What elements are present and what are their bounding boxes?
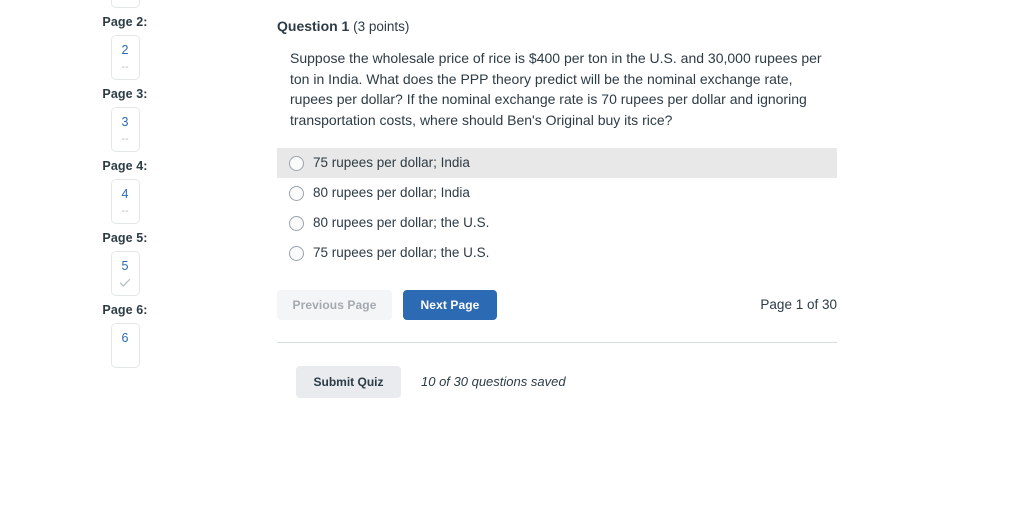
quiz-navigation-list: 1--Page 2: 2 -- Page 3: 3 -- Page 4: 4 -- Page 5:… xyxy=(0,0,250,368)
unanswered-dash-icon: -- xyxy=(121,61,128,73)
quiz-nav-page-label: Page 3: xyxy=(81,80,169,107)
quiz-nav-group: Page 5: 5 xyxy=(0,224,250,296)
answer-option-row[interactable]: 75 rupees per dollar; the U.S. xyxy=(277,238,837,268)
pager-row: Previous Page Next Page Page 1 of 30 xyxy=(277,290,837,320)
quiz-nav-question-number: 3 xyxy=(122,115,129,130)
answer-option-label: 80 rupees per dollar; the U.S. xyxy=(313,214,489,232)
quiz-nav-group: Page 2: 2 -- xyxy=(0,8,250,80)
check-icon xyxy=(119,277,131,289)
question-panel: Question 1 (3 points) Suppose the wholes… xyxy=(277,0,837,398)
section-divider xyxy=(277,342,837,343)
answer-radio-button[interactable] xyxy=(289,246,304,261)
quiz-nav-group: Page 6: 6 xyxy=(0,296,250,368)
quiz-nav-question-number: 5 xyxy=(122,259,129,274)
answer-option-label: 75 rupees per dollar; the U.S. xyxy=(313,244,489,262)
submit-quiz-button[interactable]: Submit Quiz xyxy=(296,366,401,398)
answer-radio-button[interactable] xyxy=(289,186,304,201)
quiz-nav-question-box[interactable]: 3 -- xyxy=(111,107,140,152)
quiz-nav-question-box[interactable]: 6 xyxy=(111,323,140,368)
quiz-nav-page-label: Page 5: xyxy=(81,224,169,251)
questions-saved-status: 10 of 30 questions saved xyxy=(421,373,566,391)
quiz-nav-question-box[interactable]: 4 -- xyxy=(111,179,140,224)
quiz-nav-group: 1-- xyxy=(0,0,250,8)
quiz-nav-group: Page 3: 3 -- xyxy=(0,80,250,152)
answer-option-label: 80 rupees per dollar; India xyxy=(313,184,470,202)
quiz-nav-question-box[interactable]: 5 xyxy=(111,251,140,296)
answer-option-row[interactable]: 80 rupees per dollar; India xyxy=(277,178,837,208)
previous-page-button[interactable]: Previous Page xyxy=(277,290,392,320)
answer-radio-button[interactable] xyxy=(289,156,304,171)
question-header: Question 1 (3 points) xyxy=(277,0,837,36)
quiz-nav-question-box[interactable]: 2 -- xyxy=(111,35,140,80)
unanswered-dash-icon: -- xyxy=(121,0,128,1)
answer-option-label: 75 rupees per dollar; India xyxy=(313,154,470,172)
unanswered-dash-icon: -- xyxy=(121,133,128,145)
question-title: Question 1 xyxy=(277,18,349,34)
quiz-nav-group: Page 4: 4 -- xyxy=(0,152,250,224)
answer-options-list: 75 rupees per dollar; India 80 rupees per… xyxy=(277,148,837,268)
answer-option-row[interactable]: 75 rupees per dollar; India xyxy=(277,148,837,178)
submit-row: Submit Quiz 10 of 30 questions saved xyxy=(296,366,837,398)
next-page-button[interactable]: Next Page xyxy=(403,290,497,320)
quiz-nav-page-label: Page 2: xyxy=(81,8,169,35)
quiz-nav-question-box[interactable]: 1-- xyxy=(111,0,140,8)
question-points: (3 points) xyxy=(353,19,409,34)
page-indicator: Page 1 of 30 xyxy=(760,296,837,314)
quiz-nav-page-label: Page 4: xyxy=(81,152,169,179)
unanswered-dash-icon: -- xyxy=(121,205,128,217)
answer-option-row[interactable]: 80 rupees per dollar; the U.S. xyxy=(277,208,837,238)
quiz-nav-question-number: 2 xyxy=(122,43,129,58)
quiz-nav-page-label: Page 6: xyxy=(81,296,169,323)
question-body-text: Suppose the wholesale price of rice is $… xyxy=(290,48,837,130)
quiz-nav-question-number: 4 xyxy=(122,187,129,202)
answer-radio-button[interactable] xyxy=(289,216,304,231)
quiz-navigation-sidebar: 1--Page 2: 2 -- Page 3: 3 -- Page 4: 4 -- Page 5:… xyxy=(0,0,250,511)
quiz-nav-question-number: 6 xyxy=(122,331,129,346)
